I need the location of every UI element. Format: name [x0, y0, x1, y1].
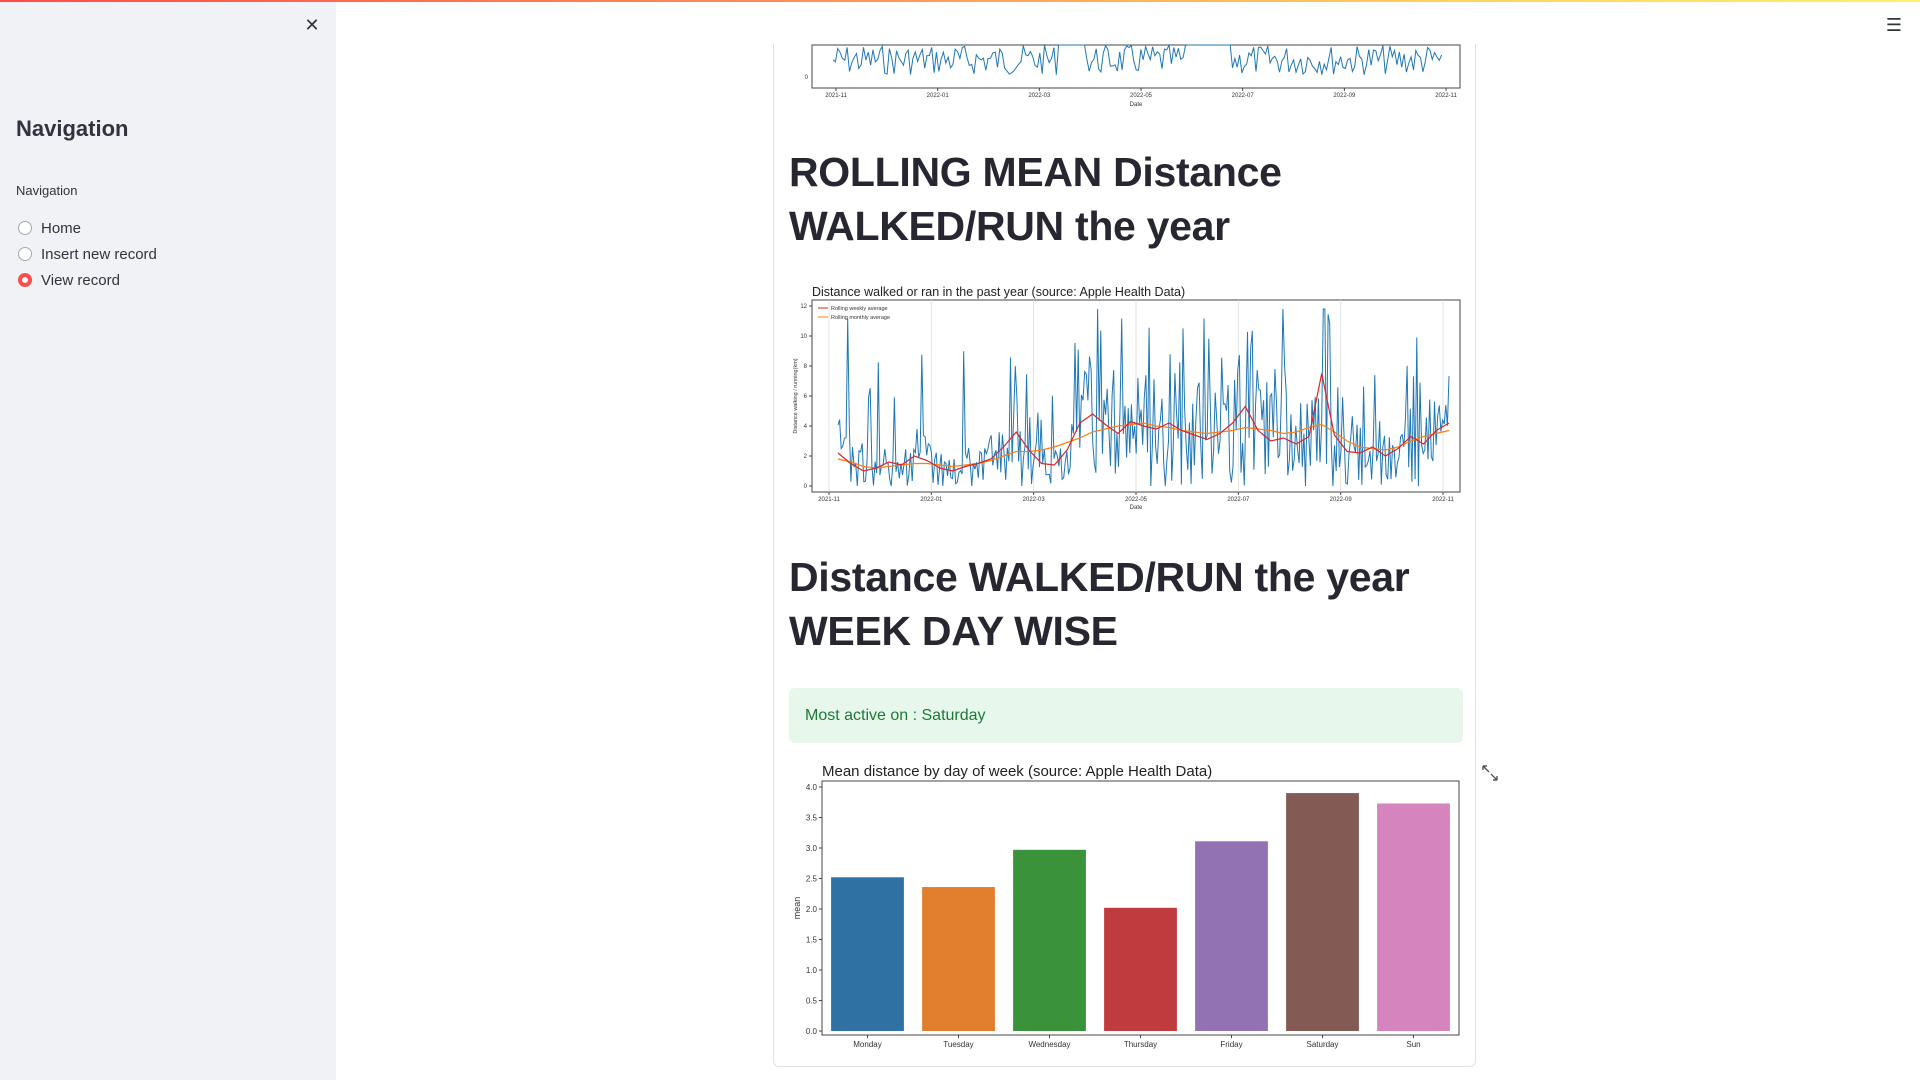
chart2-y-tick-label: 2 [804, 454, 808, 460]
chart3-x-tick-label: Monday [853, 1040, 881, 1049]
chart3-bar-tuesday [922, 887, 995, 1031]
chart3-y-tick-label: 1.5 [806, 936, 818, 945]
chart3-x-tick-label: Thursday [1124, 1040, 1157, 1049]
radio-unchecked-icon [18, 247, 32, 261]
chart2-x-tick-label: 2022-05 [1125, 497, 1148, 503]
navigation-radio-group: Home Insert new record View record [18, 215, 157, 293]
chart1-x-tick-label: 2022-09 [1333, 93, 1356, 99]
chart3-y-tick-label: 3.5 [806, 814, 818, 823]
radio-option-insert-new-record[interactable]: Insert new record [18, 241, 157, 267]
chart3-x-tick-label: Tuesday [943, 1040, 973, 1049]
chart-weekday-mean: Mean distance by day of week (source: Ap… [792, 763, 1460, 1049]
chart2-y-tick-label: 6 [804, 394, 808, 400]
chart3-bar-saturday [1286, 793, 1359, 1031]
chart3-y-label: mean [792, 897, 802, 920]
chart3-x-tick-label: Friday [1220, 1040, 1242, 1049]
chart3-x-tick-label: Wednesday [1028, 1040, 1070, 1049]
sidebar: ✕ Navigation Navigation Home Insert new … [0, 0, 336, 1080]
hamburger-menu-icon[interactable]: ☰ [1882, 14, 1906, 38]
close-icon[interactable]: ✕ [300, 14, 324, 38]
chart2-x-tick-label: 2022-11 [1432, 497, 1454, 503]
radio-option-home[interactable]: Home [18, 215, 157, 241]
radio-option-label: Insert new record [41, 245, 157, 263]
radio-option-label: Home [41, 219, 82, 237]
chart3-y-tick-label: 4.0 [806, 783, 818, 792]
top-decoration-bar [0, 0, 1920, 2]
chart2-y-tick-label: 0 [804, 484, 808, 490]
radio-checked-icon [18, 273, 32, 287]
success-alert-text: Most active on : Saturday [805, 706, 986, 724]
chart3-bar-monday [831, 877, 904, 1031]
legend-weekly: Rolling weekly average [831, 306, 888, 312]
chart3-x-tick-label: Saturday [1306, 1040, 1338, 1049]
chart3-y-tick-label: 0.5 [806, 997, 818, 1006]
chart2-x-tick-label: 2021-11 [818, 497, 840, 503]
fullscreen-icon[interactable] [1480, 763, 1500, 783]
chart3-x-tick-label: Sun [1406, 1040, 1420, 1049]
success-alert: Most active on : Saturday [789, 688, 1463, 743]
chart3-bar-sun [1377, 803, 1450, 1031]
chart1-line [832, 44, 1443, 76]
chart2-y-tick-label: 8 [804, 364, 808, 370]
chart1-x-tick-label: 2021-11 [825, 93, 847, 99]
chart1-x-tick-label: 2022-03 [1028, 93, 1051, 99]
heading-line: WEEK DAY WISE [789, 608, 1118, 654]
chart1-x-tick-label: 2022-07 [1232, 93, 1255, 99]
heading-weekday: Distance WALKED/RUN the year WEEK DAY WI… [789, 550, 1469, 658]
chart3-y-tick-label: 3.0 [806, 844, 818, 853]
chart3-y-tick-label: 2.5 [806, 875, 818, 884]
heading-rolling-mean: ROLLING MEAN Distance WALKED/RUN the yea… [789, 145, 1469, 253]
chart3-y-tick-label: 1.0 [806, 966, 818, 975]
legend-monthly: Rolling monthly average [831, 315, 890, 321]
heading-line: ROLLING MEAN Distance [789, 149, 1282, 195]
chart3-bar-friday [1195, 841, 1268, 1031]
chart3-y-tick-label: 2.0 [806, 905, 818, 914]
chart3-bar-thursday [1104, 907, 1177, 1031]
chart3-title: Mean distance by day of week (source: Ap… [822, 763, 1212, 780]
chart-rolling-mean: Distance walked or ran in the past year … [793, 285, 1461, 511]
radio-option-label: View record [41, 271, 120, 289]
chart3-bar-wednesday [1013, 849, 1086, 1031]
chart2-title: Distance walked or ran in the past year … [812, 285, 1185, 299]
sidebar-title: Navigation [16, 116, 129, 141]
chart2-y-tick-label: 12 [800, 304, 807, 310]
chart2-x-tick-label: 2022-09 [1330, 497, 1353, 503]
chart2-y-label: Distance walking / running(km) [793, 358, 799, 433]
chart3-y-tick-label: 0.0 [806, 1027, 818, 1036]
chart2-y-tick-label: 10 [800, 334, 807, 340]
chart1-y-tick: 0 [805, 75, 809, 81]
chart2-x-tick-label: 2022-03 [1023, 497, 1046, 503]
chart1-x-tick-label: 2022-05 [1130, 93, 1153, 99]
chart2-daily-line [837, 308, 1450, 487]
radio-unchecked-icon [18, 221, 32, 235]
heading-line: WALKED/RUN the year [789, 203, 1230, 249]
chart2-y-tick-label: 4 [804, 424, 808, 430]
radio-group-label: Navigation [16, 183, 78, 198]
chart1-x-label: Date [1130, 102, 1143, 108]
chart2-x-tick-label: 2022-07 [1227, 497, 1250, 503]
radio-option-view-record[interactable]: View record [18, 267, 157, 293]
heading-line: Distance WALKED/RUN the year [789, 554, 1410, 600]
chart1-x-tick-label: 2022-01 [927, 93, 950, 99]
chart-daily-distance-cropped: 0 2021-11 2022-01 2022-03 2022-05 2022-07 202… [805, 44, 1461, 108]
chart1-x-tick-label: 2022-11 [1435, 93, 1457, 99]
chart2-x-label: Date [1130, 505, 1143, 511]
chart2-x-tick-label: 2022-01 [920, 497, 943, 503]
